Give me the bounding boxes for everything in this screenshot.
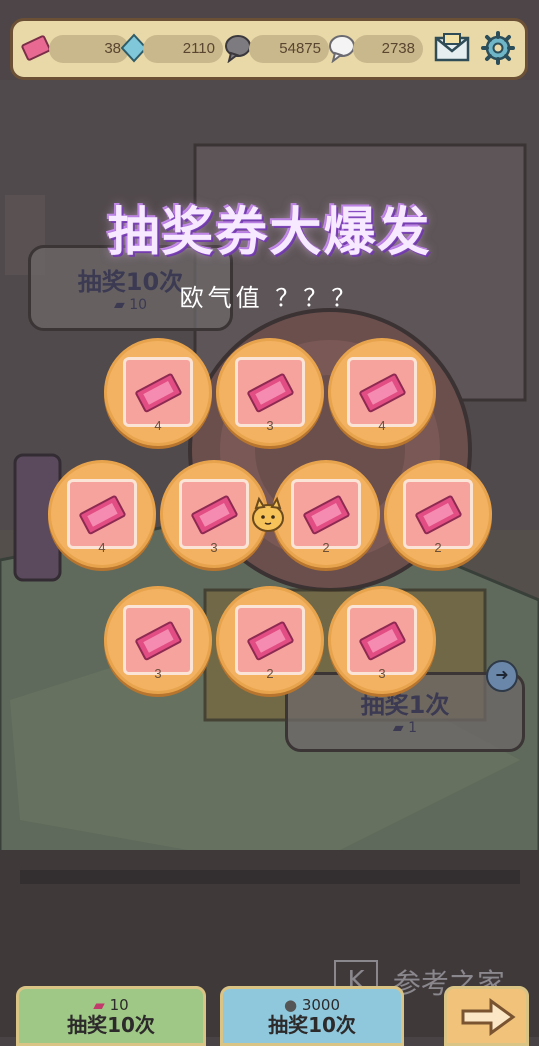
ticket-icon [359,373,406,413]
ticket-card [347,605,417,675]
tickets-count: 38 [49,35,129,63]
ticket-icon [247,621,294,661]
ticket-card [123,605,193,675]
next-arrow-button[interactable] [444,986,529,1046]
ticket-count: 3 [266,418,274,433]
ticket-tile[interactable]: 4 [104,338,212,446]
event-headline: 抽奖券大爆发 [107,203,432,263]
white-bubbles-count: 2738 [353,35,423,63]
ticket-tile[interactable]: 2 [384,460,492,568]
ticket-card [291,479,361,549]
ticket-tile[interactable]: 3 [328,586,436,694]
ticket-count: 3 [378,666,386,681]
draw-1-panel-label: 抽奖1次 [360,691,450,719]
ticket-card [235,357,305,427]
ticket-icon: ▰ [392,720,404,736]
ticket-icon [415,495,462,535]
ticket-card [179,479,249,549]
gear-icon[interactable] [481,31,515,65]
cat-character-icon [252,496,284,532]
game-scene: 抽奖10次 ▰ 10 抽奖1次 ▰ 1 ➜ 38 2110 54875 2738… [0,0,539,1046]
mail-icon[interactable] [433,32,471,64]
ticket-count: 4 [98,540,106,555]
draw-1-panel-cost-row: ▰ 1 [288,720,522,736]
ticket-count: 2 [322,540,330,555]
ticket-card [67,479,137,549]
bubble-draw-10-button[interactable]: ● 3000 抽奖10次 [220,986,404,1046]
ticket-icon [247,373,294,413]
ticket-draw-cost: 10 [109,996,129,1014]
bubble-draw-label: 抽奖10次 [268,1013,356,1037]
ticket-tile[interactable]: 2 [272,460,380,568]
ticket-count: 3 [154,666,162,681]
ticket-draw-label: 抽奖10次 [67,1013,155,1037]
luck-value-text: 欧气值 ？？？ [179,284,360,312]
ticket-card [123,357,193,427]
ticket-draw-10-button[interactable]: ▰ 10 抽奖10次 [16,986,206,1046]
ticket-icon [135,373,182,413]
ticket-icon [303,495,350,535]
ticket-tile[interactable]: 4 [48,460,156,568]
ticket-count: 2 [434,540,442,555]
draw-1-panel-cost: 1 [408,720,418,736]
ticket-icon: ▰ [93,996,105,1014]
ticket-count: 4 [378,418,386,433]
ticket-count: 4 [154,418,162,433]
ticket-card [347,357,417,427]
arrow-right-circle-icon[interactable]: ➜ [486,660,518,692]
gems-count: 2110 [143,35,223,63]
ticket-count: 2 [266,666,274,681]
ticket-tile[interactable]: 3 [216,338,324,446]
currency-bar: 38 2110 54875 2738 [10,18,528,80]
ticket-icon [135,621,182,661]
ticket-icon [21,35,51,61]
grey-bubbles-count: 54875 [249,35,329,63]
ticket-card [235,605,305,675]
ticket-icon [191,495,238,535]
bubble-draw-cost: 3000 [301,996,341,1014]
ticket-card [403,479,473,549]
ticket-icon [359,621,406,661]
ticket-count: 3 [210,540,218,555]
ticket-draw-cost-row: ▰ 10 [19,997,203,1013]
bubble-draw-cost-row: ● 3000 [223,997,401,1013]
arrow-right-icon [461,998,516,1036]
ticket-tile[interactable]: 2 [216,586,324,694]
ticket-icon [79,495,126,535]
ticket-tile[interactable]: 3 [104,586,212,694]
white-speech-bubble-icon: ● [283,996,298,1014]
ticket-tile[interactable]: 4 [328,338,436,446]
